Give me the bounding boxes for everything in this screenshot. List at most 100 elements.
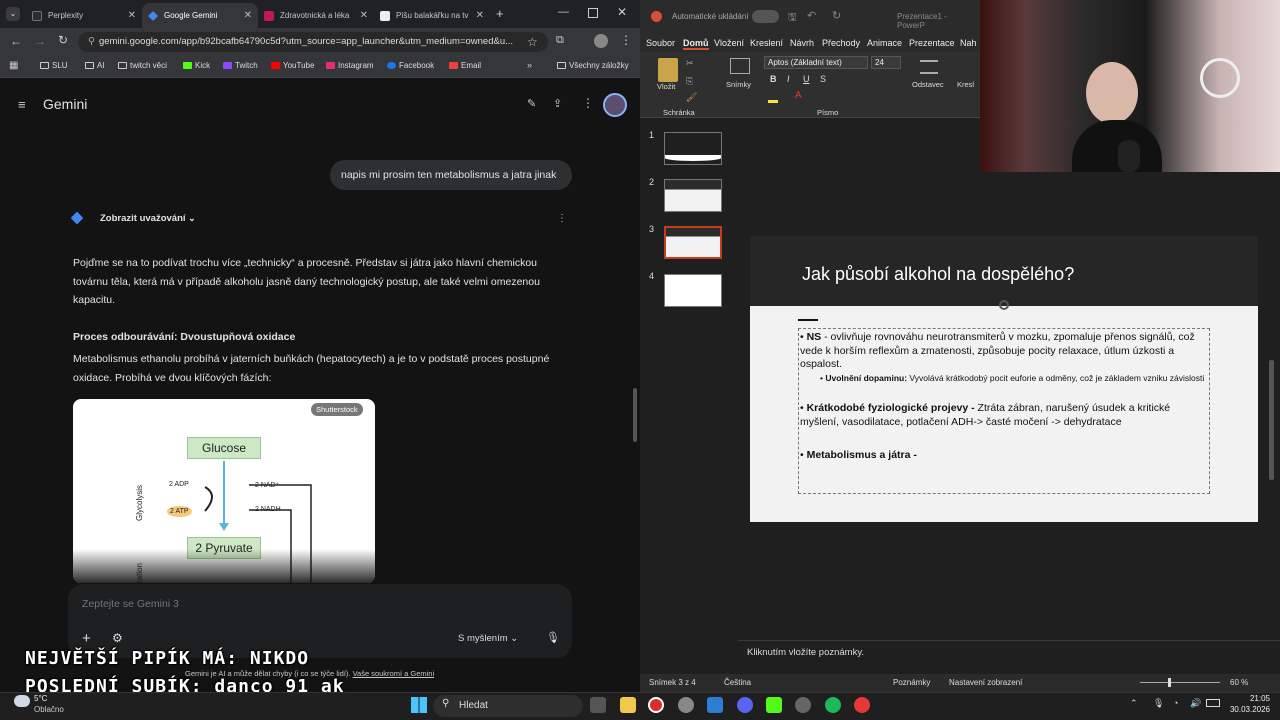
- close-icon[interactable]: ✕: [244, 10, 252, 21]
- discord-icon[interactable]: [737, 697, 753, 713]
- profile-avatar[interactable]: [594, 34, 608, 48]
- language-indicator[interactable]: Čeština: [724, 678, 751, 687]
- clock-time[interactable]: 21:05: [1240, 694, 1270, 703]
- slide-thumbnail-1[interactable]: [664, 132, 722, 165]
- wifi-icon[interactable]: ◔: [1173, 698, 1178, 708]
- bookmark-facebook[interactable]: Facebook: [387, 61, 434, 70]
- tab-zdravotnicka[interactable]: Zdravotnická a léka ✕: [258, 3, 374, 28]
- new-tab-button[interactable]: +: [496, 6, 504, 21]
- privacy-link[interactable]: Vaše soukromí a Gemini: [353, 669, 435, 678]
- battery-icon[interactable]: [1206, 699, 1220, 707]
- bookmark-twitch[interactable]: Twitch: [223, 61, 258, 70]
- menu-navrh[interactable]: Návrh: [790, 38, 814, 48]
- tools-icon[interactable]: ⚙: [112, 631, 123, 645]
- taskbar-search[interactable]: Hledat: [433, 695, 583, 717]
- more-options-icon[interactable]: ⋮: [582, 96, 594, 110]
- menu-kresleni[interactable]: Kreslení: [750, 38, 783, 48]
- font-size-select[interactable]: 24: [871, 56, 901, 69]
- microphone-icon[interactable]: 🎙: [546, 631, 560, 644]
- menu-animace[interactable]: Animace: [867, 38, 902, 48]
- menu-prezentace[interactable]: Prezentace: [909, 38, 955, 48]
- slide-title[interactable]: Jak působí alkohol na dospělého?: [802, 264, 1074, 285]
- tab-balakarka[interactable]: Píšu balakářku na tv ✕: [374, 3, 490, 28]
- prompt-input[interactable]: [82, 598, 382, 610]
- close-icon[interactable]: ✕: [128, 10, 136, 21]
- mic-tray-icon[interactable]: 🎙: [1153, 698, 1164, 709]
- slide-scrollbar[interactable]: [1269, 360, 1274, 480]
- save-icon[interactable]: 🖫: [788, 10, 797, 27]
- bold-button[interactable]: B: [770, 74, 777, 84]
- paste-icon[interactable]: [658, 58, 678, 82]
- bookmark-twitch-veci[interactable]: twitch věci: [118, 61, 167, 70]
- notes-placeholder[interactable]: Kliknutím vložíte poznámky.: [747, 647, 864, 658]
- slide-thumbnail-3[interactable]: [664, 226, 722, 259]
- file-explorer-icon[interactable]: [620, 697, 636, 713]
- show-thinking-toggle[interactable]: Zobrazit uvažování ⌄: [100, 213, 196, 224]
- italic-button[interactable]: I: [787, 74, 790, 84]
- bookmark-kick[interactable]: Kick: [183, 61, 210, 70]
- notes-button[interactable]: Poznámky: [893, 678, 930, 687]
- settings-icon[interactable]: [678, 697, 694, 713]
- tab-search-button[interactable]: ⌄: [6, 7, 20, 21]
- obs-icon[interactable]: [795, 697, 811, 713]
- spotify-icon[interactable]: [825, 697, 841, 713]
- redo-icon[interactable]: ↻: [832, 9, 841, 22]
- underline-button[interactable]: U: [803, 74, 810, 84]
- back-icon[interactable]: ←: [10, 34, 22, 48]
- new-slide-icon[interactable]: [730, 58, 750, 74]
- slide-thumbnail-2[interactable]: [664, 179, 722, 212]
- bookmark-star-icon[interactable]: ☆: [527, 35, 538, 49]
- copy-icon[interactable]: ⎘: [686, 76, 693, 87]
- bookmark-instagram[interactable]: Instagram: [326, 61, 374, 70]
- rotate-handle-icon[interactable]: [999, 300, 1009, 310]
- tab-perplexity[interactable]: Perplexity ✕: [26, 3, 142, 28]
- apps-grid-icon[interactable]: ▦: [9, 60, 18, 71]
- view-settings-button[interactable]: Nastavení zobrazení: [949, 678, 1022, 687]
- reload-icon[interactable]: ↻: [58, 33, 68, 47]
- menu-vlozeni[interactable]: Vložení: [714, 38, 744, 48]
- add-attachment-icon[interactable]: +: [82, 630, 91, 647]
- maximize-icon[interactable]: [588, 8, 598, 18]
- zoom-thumb[interactable]: [1168, 678, 1171, 687]
- browser-menu-icon[interactable]: ⋮: [620, 33, 632, 47]
- start-icon[interactable]: [411, 697, 427, 713]
- bookmark-youtube[interactable]: YouTube: [271, 61, 314, 70]
- mode-selector[interactable]: S myšlením ⌄: [458, 633, 518, 644]
- menu-domu[interactable]: Domů: [683, 38, 709, 50]
- bookmark-slu[interactable]: SLU: [40, 61, 68, 70]
- menu-prechody[interactable]: Přechody: [822, 38, 860, 48]
- close-window-icon[interactable]: ✕: [617, 5, 627, 19]
- shadow-button[interactable]: S: [820, 74, 826, 84]
- zoom-level[interactable]: 60 %: [1230, 678, 1248, 687]
- extensions-icon[interactable]: ⧉: [556, 34, 564, 47]
- weather-temp[interactable]: 5°C: [34, 694, 47, 703]
- zoom-slider[interactable]: [1140, 682, 1220, 683]
- chrome-icon[interactable]: [648, 697, 664, 713]
- autosave-toggle[interactable]: [752, 10, 779, 23]
- weather-icon[interactable]: [14, 695, 30, 707]
- photos-icon[interactable]: [707, 697, 723, 713]
- bookmark-email[interactable]: Email: [449, 61, 481, 70]
- powerpoint-app-icon[interactable]: [854, 697, 870, 713]
- user-avatar[interactable]: [603, 93, 627, 117]
- format-painter-icon[interactable]: 🖌: [686, 92, 697, 103]
- close-icon[interactable]: ✕: [476, 10, 484, 21]
- font-family-select[interactable]: Aptos (Základní text): [764, 56, 868, 69]
- chat-scrollbar[interactable]: [633, 388, 637, 442]
- volume-icon[interactable]: 🔊: [1190, 698, 1201, 709]
- minimize-icon[interactable]: —: [558, 6, 569, 18]
- bookmark-ai[interactable]: AI: [85, 61, 105, 70]
- site-info-icon[interactable]: ⚲: [88, 36, 95, 47]
- menu-nahled[interactable]: Nah: [960, 38, 977, 48]
- more-bookmarks-icon[interactable]: »: [527, 60, 532, 70]
- share-icon[interactable]: ⇪: [553, 97, 562, 110]
- response-menu-icon[interactable]: ⋮: [557, 213, 567, 224]
- glycolysis-image[interactable]: Shutterstock Glucose 2 Pyruvate Glycolys…: [73, 399, 375, 583]
- tray-overflow-icon[interactable]: ⌃: [1130, 698, 1138, 709]
- task-view-icon[interactable]: [590, 697, 606, 713]
- slide-thumbnail-4[interactable]: [664, 274, 722, 307]
- paragraph-icon[interactable]: [920, 60, 938, 74]
- new-chat-icon[interactable]: ✎: [527, 97, 536, 110]
- undo-icon[interactable]: ↶: [807, 9, 816, 22]
- address-bar[interactable]: ⚲ gemini.google.com/app/b92bcafb64790c5d?…: [78, 32, 548, 52]
